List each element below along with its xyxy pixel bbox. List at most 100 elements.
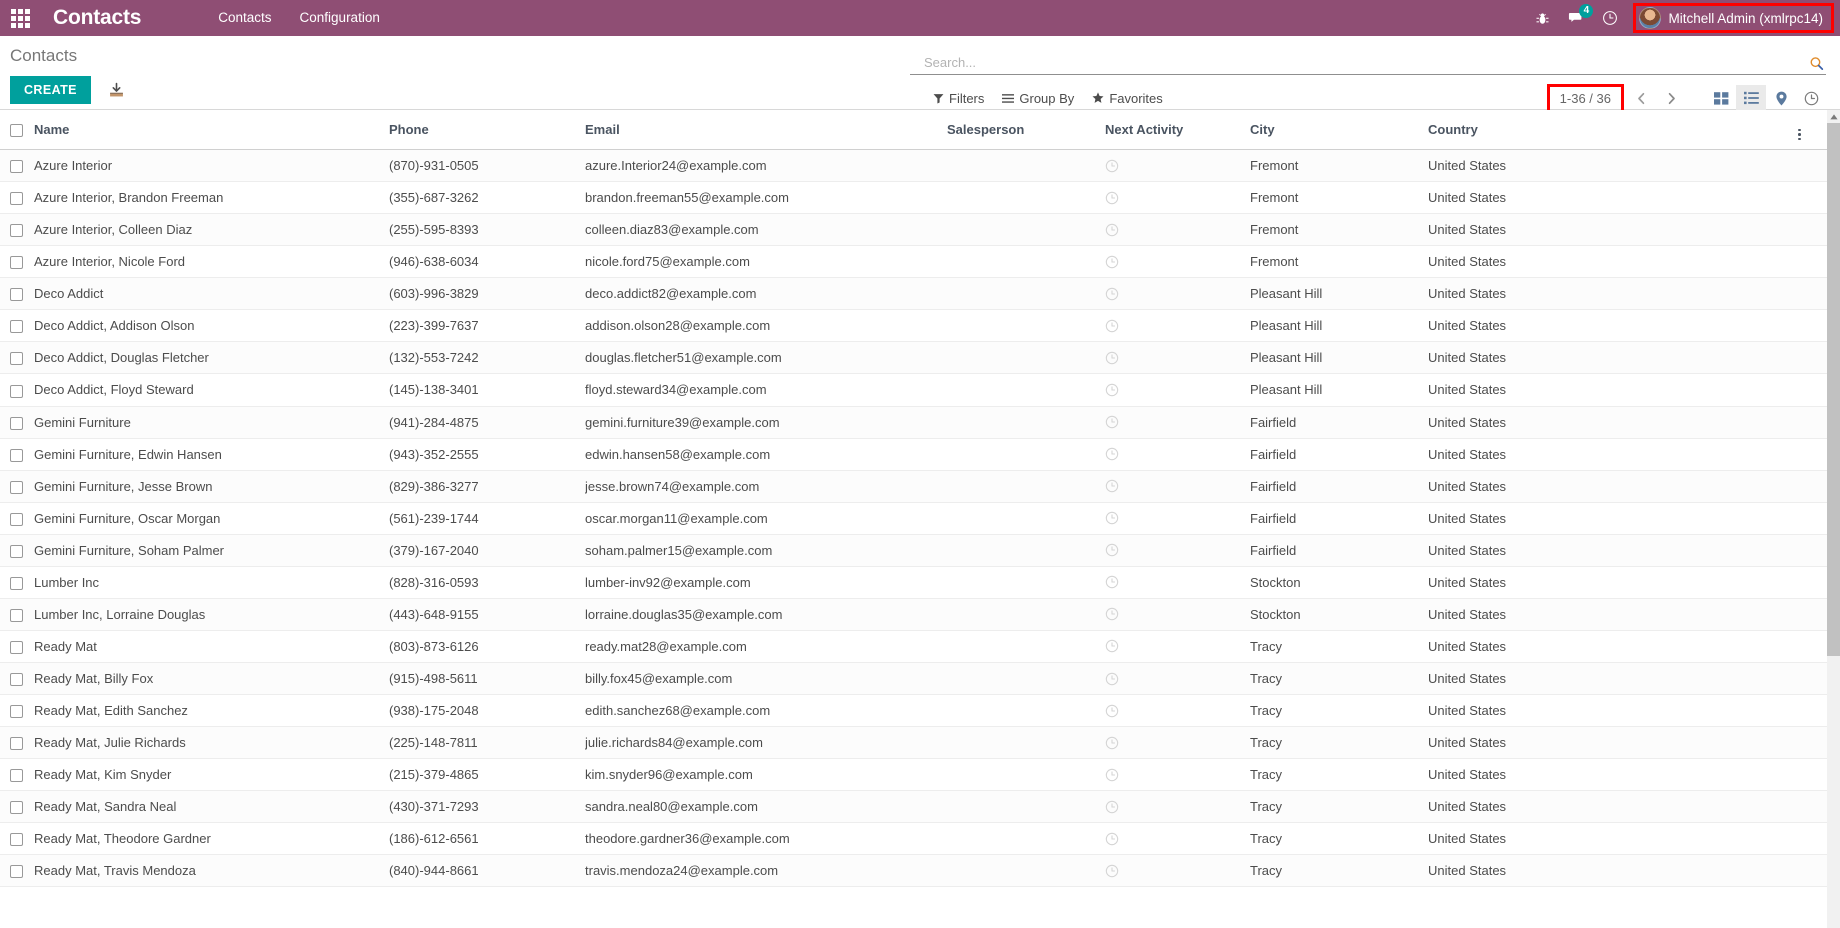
- next-activity-clock-icon[interactable]: [1105, 415, 1250, 429]
- view-kanban-button[interactable]: [1706, 85, 1736, 111]
- select-all-checkbox[interactable]: [10, 124, 23, 138]
- messages-icon[interactable]: 4: [1559, 0, 1594, 36]
- create-button[interactable]: CREATE: [10, 76, 91, 104]
- row-checkbox[interactable]: [10, 480, 23, 494]
- search-bar[interactable]: [910, 45, 1826, 75]
- table-row[interactable]: Gemini Furniture, Edwin Hansen (943)-352-…: [0, 438, 1827, 471]
- column-options-icon[interactable]: [1798, 110, 1827, 150]
- search-icon[interactable]: [1809, 56, 1826, 74]
- search-input[interactable]: [910, 55, 1809, 74]
- row-checkbox[interactable]: [10, 769, 23, 783]
- vertical-scrollbar[interactable]: [1827, 110, 1840, 928]
- next-activity-clock-icon[interactable]: [1105, 704, 1250, 718]
- table-row[interactable]: Gemini Furniture, Jesse Brown (829)-386-3…: [0, 470, 1827, 503]
- column-header-phone[interactable]: Phone: [389, 110, 585, 150]
- next-activity-clock-icon[interactable]: [1105, 191, 1250, 205]
- row-checkbox[interactable]: [10, 448, 23, 462]
- row-checkbox[interactable]: [10, 576, 23, 590]
- next-activity-clock-icon[interactable]: [1105, 672, 1250, 686]
- table-row[interactable]: Lumber Inc, Lorraine Douglas (443)-648-91…: [0, 598, 1827, 631]
- row-checkbox[interactable]: [10, 673, 23, 687]
- column-header-email[interactable]: Email: [585, 110, 947, 150]
- table-row[interactable]: Deco Addict (603)-996-3829 deco.addict82@e…: [0, 277, 1827, 311]
- next-activity-clock-icon[interactable]: [1105, 800, 1250, 814]
- table-row[interactable]: Ready Mat, Travis Mendoza (840)-944-8661 t…: [0, 854, 1827, 888]
- row-checkbox[interactable]: [10, 608, 23, 622]
- row-checkbox[interactable]: [10, 512, 23, 526]
- pager-count[interactable]: 1-36 / 36: [1546, 83, 1624, 113]
- column-header-salesperson[interactable]: Salesperson: [947, 110, 1105, 150]
- row-checkbox[interactable]: [10, 160, 23, 174]
- table-row[interactable]: Azure Interior, Brandon Freeman (355)-687…: [0, 181, 1827, 215]
- table-row[interactable]: Ready Mat, Edith Sanchez (938)-175-2048 ed…: [0, 694, 1827, 728]
- table-row[interactable]: Ready Mat, Billy Fox (915)-498-5611 billy.…: [0, 662, 1827, 696]
- row-checkbox[interactable]: [10, 641, 23, 654]
- row-checkbox[interactable]: [10, 384, 23, 398]
- table-row[interactable]: Azure Interior, Colleen Diaz (255)-595-83…: [0, 213, 1827, 247]
- table-row[interactable]: Gemini Furniture (941)-284-4875 gemini.fur…: [0, 406, 1827, 439]
- user-menu-button[interactable]: Mitchell Admin (xmlrpc14): [1633, 3, 1834, 33]
- next-activity-clock-icon[interactable]: [1105, 223, 1250, 237]
- column-header-city[interactable]: City: [1250, 110, 1428, 150]
- row-checkbox[interactable]: [10, 288, 23, 302]
- table-row[interactable]: Ready Mat, Theodore Gardner (186)-612-656…: [0, 822, 1827, 856]
- favorites-button[interactable]: Favorites: [1083, 87, 1171, 110]
- table-row[interactable]: Deco Addict, Douglas Fletcher (132)-553-7…: [0, 341, 1827, 375]
- table-row[interactable]: Azure Interior, Nicole Ford (946)-638-603…: [0, 245, 1827, 279]
- next-activity-clock-icon[interactable]: [1105, 383, 1250, 397]
- row-checkbox[interactable]: [10, 865, 23, 879]
- row-checkbox[interactable]: [10, 256, 23, 270]
- next-activity-clock-icon[interactable]: [1105, 479, 1250, 493]
- scrollbar-thumb[interactable]: [1827, 123, 1840, 656]
- row-checkbox[interactable]: [10, 320, 23, 334]
- import-icon[interactable]: [108, 82, 125, 99]
- next-activity-clock-icon[interactable]: [1105, 351, 1250, 365]
- next-activity-clock-icon[interactable]: [1105, 447, 1250, 461]
- row-checkbox[interactable]: [10, 801, 23, 815]
- debug-bug-icon[interactable]: [1525, 0, 1559, 36]
- pager-next-button[interactable]: [1658, 85, 1684, 111]
- next-activity-clock-icon[interactable]: [1105, 736, 1250, 750]
- table-row[interactable]: Ready Mat, Sandra Neal (430)-371-7293 sand…: [0, 790, 1827, 824]
- next-activity-clock-icon[interactable]: [1105, 575, 1250, 589]
- next-activity-clock-icon[interactable]: [1105, 319, 1250, 333]
- row-checkbox[interactable]: [10, 224, 23, 238]
- table-row[interactable]: Deco Addict, Addison Olson (223)-399-7637…: [0, 309, 1827, 343]
- table-row[interactable]: Ready Mat, Julie Richards (225)-148-7811 j…: [0, 726, 1827, 760]
- group-by-button[interactable]: Group By: [993, 87, 1083, 110]
- next-activity-clock-icon[interactable]: [1105, 607, 1250, 621]
- row-checkbox[interactable]: [10, 833, 23, 847]
- column-header-country[interactable]: Country: [1428, 110, 1798, 150]
- next-activity-clock-icon[interactable]: [1105, 255, 1250, 269]
- scroll-up-button[interactable]: [1827, 110, 1840, 123]
- nav-menu-contacts[interactable]: Contacts: [204, 0, 285, 36]
- table-row[interactable]: Gemini Furniture, Soham Palmer (379)-167-…: [0, 534, 1827, 567]
- row-checkbox[interactable]: [10, 416, 23, 430]
- next-activity-clock-icon[interactable]: [1105, 543, 1250, 557]
- filters-button[interactable]: Filters: [924, 87, 993, 110]
- row-checkbox[interactable]: [10, 544, 23, 558]
- nav-menu-configuration[interactable]: Configuration: [286, 0, 394, 36]
- row-checkbox[interactable]: [10, 737, 23, 751]
- view-map-button[interactable]: [1766, 85, 1796, 111]
- next-activity-clock-icon[interactable]: [1105, 639, 1250, 653]
- row-checkbox[interactable]: [10, 705, 23, 719]
- table-row[interactable]: Ready Mat, Kim Snyder (215)-379-4865 kim.s…: [0, 758, 1827, 792]
- apps-menu-button[interactable]: [0, 0, 40, 36]
- table-row[interactable]: Ready Mat (803)-873-6126 ready.mat28@examp…: [0, 630, 1827, 664]
- activities-clock-icon[interactable]: [1593, 0, 1627, 36]
- view-list-button[interactable]: [1736, 85, 1766, 111]
- row-checkbox[interactable]: [10, 192, 23, 206]
- table-row[interactable]: Deco Addict, Floyd Steward (145)-138-3401…: [0, 373, 1827, 407]
- pager-previous-button[interactable]: [1628, 85, 1654, 111]
- table-row[interactable]: Azure Interior (870)-931-0505 azure.Interi…: [0, 149, 1827, 183]
- table-row[interactable]: Lumber Inc (828)-316-0593 lumber-inv92@exa…: [0, 566, 1827, 599]
- table-row[interactable]: Gemini Furniture, Oscar Morgan (561)-239-…: [0, 502, 1827, 535]
- column-header-name[interactable]: Name: [34, 110, 389, 150]
- next-activity-clock-icon[interactable]: [1105, 287, 1250, 301]
- column-header-next-activity[interactable]: Next Activity: [1105, 110, 1250, 150]
- next-activity-clock-icon[interactable]: [1105, 864, 1250, 878]
- next-activity-clock-icon[interactable]: [1105, 511, 1250, 525]
- next-activity-clock-icon[interactable]: [1105, 832, 1250, 846]
- next-activity-clock-icon[interactable]: [1105, 768, 1250, 782]
